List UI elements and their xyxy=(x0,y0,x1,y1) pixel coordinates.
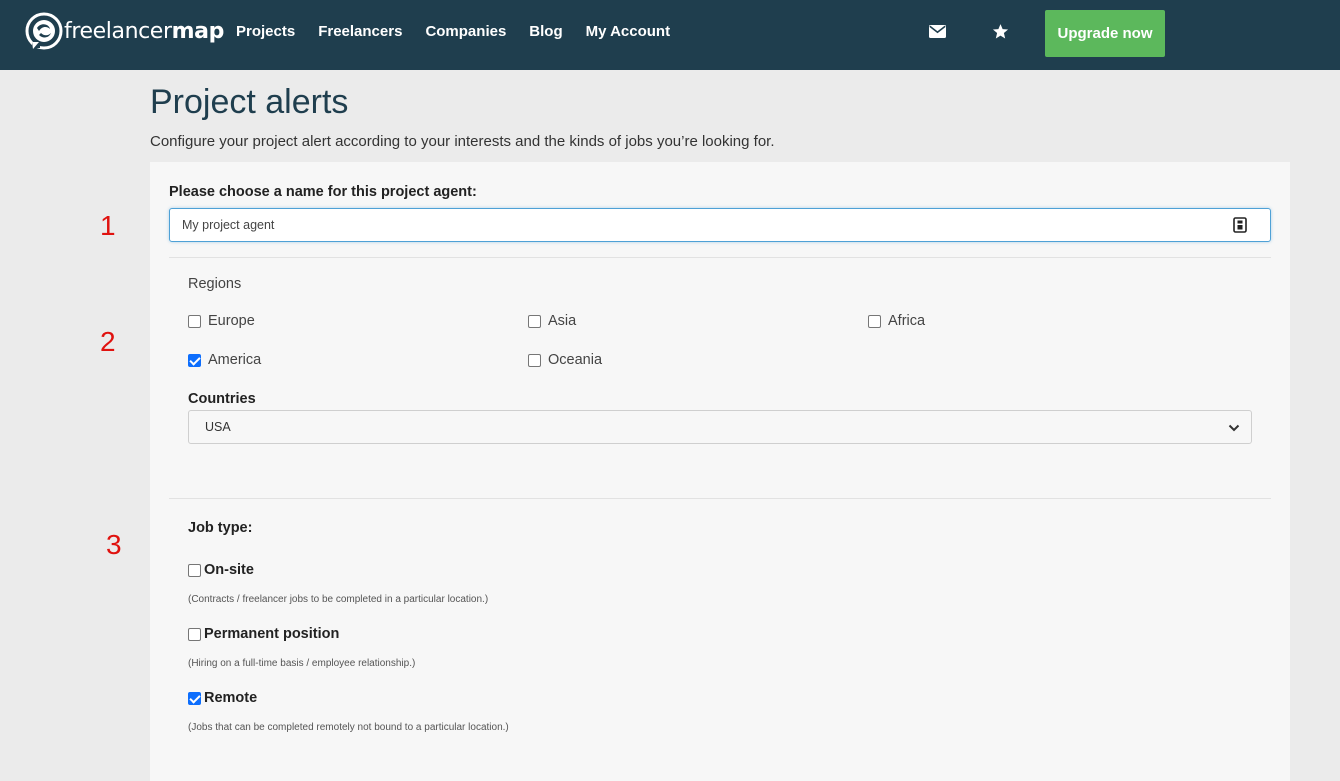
regions-label: Regions xyxy=(188,276,242,292)
job-remote-option[interactable]: Remote xyxy=(188,690,257,706)
region-europe-option[interactable]: Europe xyxy=(188,313,255,329)
job-onsite-label: On-site xyxy=(204,562,254,578)
envelope-icon[interactable] xyxy=(927,21,947,41)
job-remote-description: (Jobs that can be completed remotely not… xyxy=(188,722,509,733)
region-asia-checkbox[interactable] xyxy=(528,314,541,328)
page-title: Project alerts xyxy=(150,83,349,121)
job-remote-checkbox[interactable] xyxy=(188,691,201,705)
agent-name-label: Please choose a name for this project ag… xyxy=(169,184,477,200)
region-africa-option[interactable]: Africa xyxy=(868,313,925,329)
page-subtitle: Configure your project alert according t… xyxy=(150,133,775,150)
region-europe-label: Europe xyxy=(208,313,255,329)
annotation-step-3: 3 xyxy=(106,529,122,560)
region-africa-label: Africa xyxy=(888,313,926,329)
nav-my-account[interactable]: My Account xyxy=(586,22,670,42)
nav-blog[interactable]: Blog xyxy=(529,22,562,42)
region-europe-checkbox[interactable] xyxy=(188,314,201,328)
job-permanent-option[interactable]: Permanent position xyxy=(188,626,339,642)
countries-select[interactable]: USA xyxy=(188,410,1252,444)
logo-globe-icon xyxy=(25,12,63,50)
alert-form-panel: Please choose a name for this project ag… xyxy=(150,162,1290,781)
region-oceania-option[interactable]: Oceania xyxy=(528,352,602,368)
job-permanent-label: Permanent position xyxy=(204,626,340,642)
annotation-step-2: 2 xyxy=(100,326,116,357)
agent-name-field-wrapper xyxy=(169,208,1271,242)
region-america-option[interactable]: America xyxy=(188,352,261,368)
freelancermap-logo[interactable]: freelancermap xyxy=(25,12,224,50)
job-type-label: Job type: xyxy=(188,520,253,536)
password-manager-icon[interactable] xyxy=(1233,217,1247,233)
job-permanent-checkbox[interactable] xyxy=(188,627,201,641)
job-onsite-description: (Contracts / freelancer jobs to be compl… xyxy=(188,594,489,605)
star-icon[interactable] xyxy=(990,21,1010,41)
region-asia-option[interactable]: Asia xyxy=(528,313,576,329)
region-america-label: America xyxy=(208,352,262,368)
logo-wordmark: freelancermap xyxy=(64,18,224,44)
countries-label: Countries xyxy=(188,391,256,407)
annotation-step-1: 1 xyxy=(100,210,116,241)
main-nav: Projects Freelancers Companies Blog My A… xyxy=(236,22,693,42)
nav-companies[interactable]: Companies xyxy=(425,22,506,42)
job-onsite-option[interactable]: On-site xyxy=(188,562,254,578)
top-navbar: freelancermap Projects Freelancers Compa… xyxy=(0,0,1340,70)
upgrade-now-button[interactable]: Upgrade now xyxy=(1045,10,1165,57)
job-remote-label: Remote xyxy=(204,690,258,706)
region-oceania-checkbox[interactable] xyxy=(528,353,541,367)
divider xyxy=(169,498,1271,499)
job-onsite-checkbox[interactable] xyxy=(188,563,201,577)
chevron-down-icon xyxy=(1228,424,1240,432)
divider xyxy=(169,257,1271,258)
nav-freelancers[interactable]: Freelancers xyxy=(318,22,402,42)
countries-selected-value: USA xyxy=(205,420,231,434)
region-oceania-label: Oceania xyxy=(548,352,603,368)
job-permanent-description: (Hiring on a full-time basis / employee … xyxy=(188,658,416,669)
region-america-checkbox[interactable] xyxy=(188,353,201,367)
region-asia-label: Asia xyxy=(548,313,577,329)
agent-name-input[interactable] xyxy=(170,209,1270,241)
region-africa-checkbox[interactable] xyxy=(868,314,881,328)
nav-projects[interactable]: Projects xyxy=(236,22,295,42)
